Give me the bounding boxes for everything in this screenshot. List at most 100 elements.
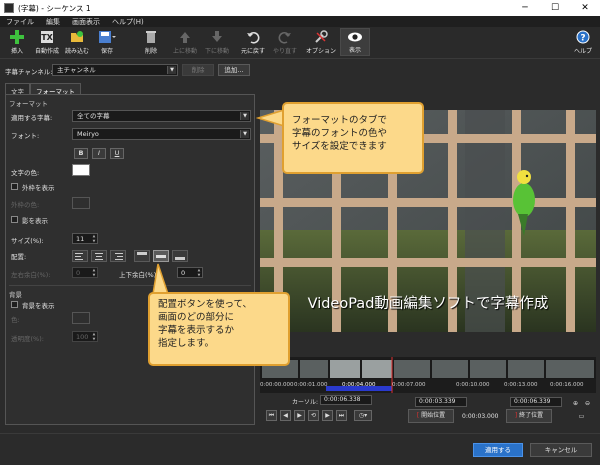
- apply-select[interactable]: 全ての字幕 ▼: [72, 110, 251, 122]
- align-left-button[interactable]: [72, 250, 88, 262]
- clock-icon: ◷▾: [358, 412, 368, 419]
- timeline-tick: 0:00:07.000: [392, 382, 426, 388]
- italic-button[interactable]: I: [92, 148, 106, 159]
- trash-icon: [146, 31, 156, 43]
- background-color-swatch[interactable]: [72, 312, 90, 324]
- bracket-right-icon: ]: [514, 412, 518, 419]
- subtitle-overlay: VideoPad動画編集ソフトで字幕作成: [307, 296, 549, 312]
- start-time[interactable]: 0:00:03.339: [415, 397, 467, 407]
- format-group-label: フォーマット: [9, 100, 48, 108]
- insert-button[interactable]: 挿入: [2, 30, 32, 55]
- cancel-button[interactable]: キャンセル: [530, 443, 592, 457]
- app-icon: [4, 3, 14, 13]
- underline-button[interactable]: U: [110, 148, 124, 159]
- channel-add-button[interactable]: 追加...: [218, 64, 250, 76]
- play-icon: ▶: [297, 412, 302, 419]
- menu-file[interactable]: ファイル: [0, 17, 40, 27]
- size-spinner[interactable]: 11 ▲ ▼: [72, 233, 98, 244]
- play-button[interactable]: ▶: [294, 410, 305, 421]
- vmargin-spinner[interactable]: 0 ▲ ▼: [177, 267, 203, 278]
- zoom-out-button[interactable]: ⊖: [582, 399, 593, 410]
- step-back-button[interactable]: ◀: [280, 410, 291, 421]
- step-forward-icon: ▶: [325, 412, 330, 419]
- position-middle-button[interactable]: [153, 250, 169, 262]
- font-label: フォント:: [11, 132, 40, 140]
- title-bar: (字幕) - シーケンス 1 ─ ☐ ✕: [0, 0, 600, 16]
- position-middle-icon: [156, 255, 166, 258]
- channel-select[interactable]: 主チャンネル ▼: [52, 64, 178, 76]
- font-select[interactable]: Meiryo ▼: [72, 128, 251, 140]
- window-controls: ─ ☐ ✕: [510, 0, 600, 16]
- timeline[interactable]: 0:00:00.000 0:00:01.000 0:00:04.000 0:00…: [260, 357, 596, 394]
- align-right-icon: [115, 253, 123, 260]
- step-forward-button[interactable]: ▶: [322, 410, 333, 421]
- move-up-button[interactable]: 上に移動: [170, 30, 200, 55]
- menu-help[interactable]: ヘルプ(H): [106, 17, 150, 27]
- background-opacity-spinner[interactable]: 100 ▲ ▼: [72, 331, 98, 342]
- divider: [9, 285, 251, 286]
- set-start-button[interactable]: [ 開始位置: [408, 409, 454, 423]
- position-top-icon: [137, 252, 147, 255]
- timeline-strip: [260, 357, 596, 394]
- apply-button[interactable]: 適用する: [473, 443, 523, 457]
- menu-edit[interactable]: 編集: [40, 17, 66, 27]
- outline-checkbox[interactable]: [11, 183, 18, 190]
- eye-icon: [348, 32, 362, 42]
- timeline-tick: 0:00:16.000: [550, 382, 584, 388]
- position-bottom-button[interactable]: [172, 250, 188, 262]
- go-end-button[interactable]: ⏭: [336, 410, 347, 421]
- bold-button[interactable]: B: [74, 148, 88, 159]
- fit-icon: ▭: [578, 413, 585, 420]
- position-top-button[interactable]: [134, 250, 150, 262]
- speed-button[interactable]: ◷▾: [354, 410, 372, 421]
- outline-color-label: 外枠の色:: [11, 201, 40, 209]
- end-time[interactable]: 0:00:06.339: [510, 397, 562, 407]
- cursor-time[interactable]: 0:00:06.338: [320, 395, 372, 405]
- move-down-button[interactable]: 下に移動: [202, 30, 232, 55]
- move-up-icon: [180, 32, 190, 43]
- options-icon: [315, 30, 328, 43]
- align-right-button[interactable]: [110, 250, 126, 262]
- load-button[interactable]: 読み込む: [62, 30, 92, 55]
- delete-button[interactable]: 削除: [136, 30, 166, 55]
- help-button[interactable]: ? ヘルプ: [568, 30, 598, 55]
- set-end-button[interactable]: ] 終了位置: [506, 409, 552, 423]
- callout-pointer: [152, 263, 170, 295]
- undo-button[interactable]: 元に戻す: [238, 30, 268, 55]
- hmargin-spinner[interactable]: 0 ▲ ▼: [72, 267, 98, 278]
- outline-color-swatch[interactable]: [72, 197, 90, 209]
- toolbar: 挿入 TX 自動作成 読み込む 保存 削除 上に移動 下に移動 元に戻す やり直…: [0, 27, 600, 59]
- chevron-down-icon: ▼: [167, 66, 176, 74]
- timeline-tick: 0:00:04.000: [342, 382, 376, 388]
- cursor-label: カーソル:: [292, 399, 319, 406]
- timeline-tick: 0:00:00.000: [260, 382, 294, 388]
- background-checkbox[interactable]: [11, 301, 18, 308]
- close-button[interactable]: ✕: [570, 0, 600, 16]
- options-button[interactable]: オプション: [306, 30, 336, 55]
- timeline-tick: 0:00:01.000: [294, 382, 328, 388]
- align-center-button[interactable]: [91, 250, 107, 262]
- zoom-in-icon: ⊕: [572, 400, 579, 407]
- maximize-button[interactable]: ☐: [540, 0, 570, 16]
- menu-view[interactable]: 画面表示: [66, 17, 106, 27]
- loop-button[interactable]: ⟲: [308, 410, 319, 421]
- position-label: 配置:: [11, 253, 27, 261]
- go-start-button[interactable]: ⏮: [266, 410, 277, 421]
- channel-delete-button[interactable]: 削除: [182, 64, 214, 76]
- auto-create-button[interactable]: TX 自動作成: [32, 30, 62, 55]
- redo-button[interactable]: やり直す: [270, 30, 300, 55]
- folder-icon: [71, 31, 83, 42]
- svg-text:TX: TX: [41, 33, 53, 42]
- footer: 適用する キャンセル: [0, 433, 600, 465]
- view-button[interactable]: 表示: [340, 28, 370, 56]
- zoom-in-button[interactable]: ⊕: [570, 399, 581, 410]
- shadow-checkbox[interactable]: [11, 216, 18, 223]
- text-color-swatch[interactable]: [72, 164, 90, 176]
- save-button[interactable]: 保存: [92, 30, 122, 55]
- format-panel: フォーマット 適用する字幕: 全ての字幕 ▼ フォント: Meiryo ▼ B …: [5, 94, 255, 425]
- undo-icon: [247, 32, 260, 44]
- zoom-fit-button[interactable]: ▭: [576, 412, 587, 423]
- minimize-button[interactable]: ─: [510, 0, 540, 16]
- transport-bar: カーソル: 0:00:06.338 0:00:03.339 0:00:06.33…: [260, 393, 596, 428]
- plus-icon: [10, 30, 24, 44]
